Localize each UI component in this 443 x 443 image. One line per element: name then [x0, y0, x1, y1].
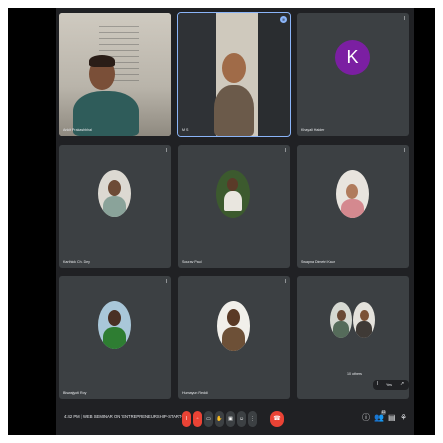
avatar-head [227, 178, 238, 191]
avatar-body [356, 321, 372, 338]
participants-badge: 12 [381, 410, 386, 415]
hand-icon: ✋ [216, 416, 223, 422]
participant-tile-6[interactable]: ǀ Swapna Dimetri Kaur [297, 145, 409, 268]
mic-off-icon: ǀ [165, 148, 167, 154]
others-avatar-1 [330, 302, 352, 338]
avatar-body [103, 196, 126, 217]
captions-button[interactable]: ▭ [204, 411, 213, 427]
avatar-head [108, 310, 121, 326]
participant-hair [89, 55, 115, 67]
others-count: 10 others [347, 372, 362, 376]
emoji-icon: ☺ [238, 416, 245, 422]
activities-icon[interactable]: ⚘ [400, 414, 407, 422]
meeting-time: 4:42 PM [64, 414, 80, 419]
mic-off-icon: ǀ [284, 279, 286, 285]
participant-name: Humayun Reddi [182, 391, 208, 395]
mic-off-icon: ǀ [185, 416, 188, 422]
participant-tile-4[interactable]: ǀ Karthick Ch. Dey [59, 145, 171, 268]
participant-tile-7[interactable]: ǀ Biswajyoti Roy [59, 276, 171, 399]
screenshot-frame: Ankit Prakashbhai ≋ M S K ǀ Khayali Haid… [0, 0, 443, 443]
info-icon[interactable]: ⓘ [362, 414, 370, 422]
participant-name: Biswajyoti Roy [63, 391, 87, 395]
avatar-body [341, 199, 364, 218]
more-options-button[interactable]: ⋮ [248, 411, 257, 427]
participant-name: Sourav Paul [182, 260, 202, 264]
avatar-head [360, 310, 369, 321]
audio-wave-icon: ≋ [280, 16, 287, 23]
avatar-head [108, 180, 121, 196]
mic-off-icon: ǀ [403, 148, 405, 154]
more-vert-icon: ⋮ [250, 416, 255, 422]
avatar-head [346, 184, 358, 199]
avatar [98, 170, 131, 217]
mic-off-icon: ǀ [403, 16, 405, 22]
mic-off-icon[interactable]: ǀ [377, 381, 378, 387]
reactions-button[interactable]: ☺ [237, 411, 246, 427]
video-wall-left [178, 13, 216, 136]
avatar-body [224, 191, 242, 211]
avatar [336, 170, 369, 218]
participant-tile-8[interactable]: ǀ Humayun Reddi [178, 276, 290, 399]
others-tile[interactable]: 10 others ǀ Yes ↗ [297, 276, 409, 399]
participant-tile-2[interactable]: ≋ M S [177, 12, 291, 137]
avatar-initial: K [335, 40, 370, 75]
participant-name: Swapna Dimetri Kaur [301, 260, 335, 264]
participant-name: M S [182, 128, 189, 132]
avatar-body [222, 327, 245, 351]
mic-button[interactable]: ǀ [182, 411, 191, 427]
avatar-head [227, 309, 240, 326]
avatar-body [333, 321, 349, 338]
participant-tile-5[interactable]: ǀ Sourav Paul [178, 145, 290, 268]
mic-off-icon: ǀ [165, 279, 167, 285]
others-yes-label: Yes [386, 383, 392, 387]
people-icon[interactable]: 👥 [374, 414, 384, 422]
expand-icon[interactable]: ↗ [400, 381, 404, 387]
meeting-info: 4:42 PM | WEB SEMINAR ON 'ENTREPRENEURSH… [64, 414, 191, 419]
present-icon: ▣ [228, 416, 233, 422]
camera-off-icon: ▫ [196, 416, 199, 422]
participant-tile-1[interactable]: Ankit Prakashbhai [59, 13, 171, 136]
participant-name: Karthick Ch. Dey [63, 260, 90, 264]
present-button[interactable]: ▣ [226, 411, 235, 427]
avatar-body [103, 327, 126, 349]
leave-call-button[interactable]: ☎ [270, 411, 284, 427]
screen-area: Ankit Prakashbhai ≋ M S K ǀ Khayali Haid… [8, 8, 435, 435]
phone-hangup-icon: ☎ [273, 416, 281, 422]
participant-name: Khayali Haider [301, 128, 325, 132]
participant-head [222, 53, 246, 83]
control-bar: 4:42 PM | WEB SEMINAR ON 'ENTREPRENEURSH… [56, 403, 414, 435]
others-avatar-2 [353, 302, 375, 338]
avatar [98, 301, 131, 349]
mic-off-icon: ǀ [284, 148, 286, 154]
participant-name: Ankit Prakashbhai [63, 128, 92, 132]
raise-hand-button[interactable]: ✋ [215, 411, 224, 427]
meeting-title: WEB SEMINAR ON 'ENTREPRENEURSHIP-START-U… [83, 414, 192, 419]
captions-icon: ▭ [206, 416, 211, 422]
chat-icon[interactable]: ▤ [388, 414, 396, 422]
participant-body [214, 85, 254, 136]
avatar [216, 170, 250, 218]
avatar [217, 301, 250, 351]
meeting-window: Ankit Prakashbhai ≋ M S K ǀ Khayali Haid… [56, 8, 414, 435]
participant-tile-3[interactable]: K ǀ Khayali Haider [297, 13, 409, 136]
camera-button[interactable]: ▫ [193, 411, 202, 427]
others-controls: ǀ Yes ↗ [373, 380, 409, 390]
avatar-head [337, 310, 346, 321]
